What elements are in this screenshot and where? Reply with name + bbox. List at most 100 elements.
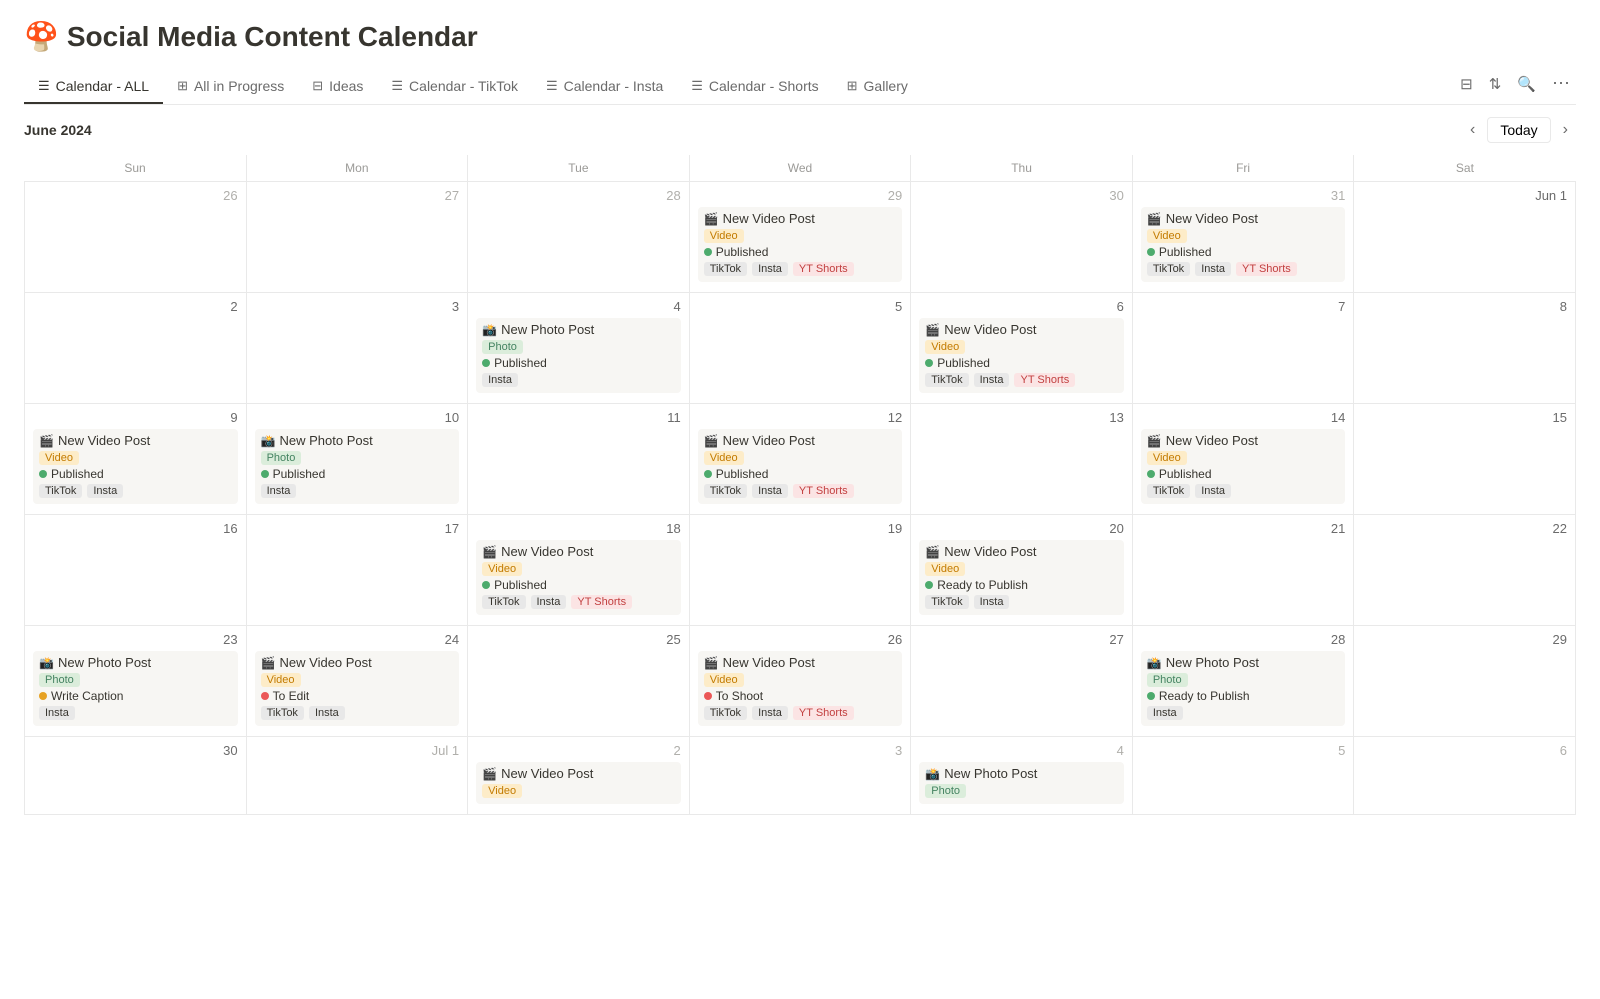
- tab-all-in-progress[interactable]: ⊞ All in Progress: [163, 69, 298, 104]
- calendar-cell[interactable]: 9 🎬 New Video Post Video Published TikTo…: [25, 404, 247, 515]
- type-tag-row: Photo: [1147, 673, 1340, 689]
- tab-icon-calendar-all: ☰: [38, 78, 50, 94]
- calendar-cell[interactable]: 27: [911, 626, 1133, 737]
- platform-tag: Insta: [482, 373, 518, 387]
- event-status: To Edit: [261, 689, 454, 703]
- calendar-cell[interactable]: 10 📸 New Photo Post Photo Published Inst…: [246, 404, 468, 515]
- status-label: Published: [716, 245, 769, 259]
- calendar-cell[interactable]: Jun 1: [1354, 182, 1576, 293]
- calendar-cell[interactable]: 2: [25, 293, 247, 404]
- calendar-event[interactable]: 🎬 New Video Post Video: [476, 762, 681, 804]
- calendar-event[interactable]: 📸 New Photo Post Photo Published Insta: [476, 318, 681, 393]
- calendar-cell[interactable]: 18 🎬 New Video Post Video Published TikT…: [468, 515, 690, 626]
- calendar-cell[interactable]: 11: [468, 404, 690, 515]
- calendar-cell[interactable]: 24 🎬 New Video Post Video To Edit TikTok…: [246, 626, 468, 737]
- calendar-event[interactable]: 🎬 New Video Post Video Published TikTokI…: [476, 540, 681, 615]
- calendar-cell[interactable]: Jul 1: [246, 737, 468, 815]
- calendar-cell[interactable]: 6 🎬 New Video Post Video Published TikTo…: [911, 293, 1133, 404]
- date-number: 18: [476, 521, 681, 536]
- day-header-sat: Sat: [1354, 155, 1576, 182]
- calendar-cell[interactable]: 28 📸 New Photo Post Photo Ready to Publi…: [1132, 626, 1354, 737]
- month-label: June 2024: [24, 122, 92, 138]
- calendar-cell[interactable]: 4 📸 New Photo Post Photo: [911, 737, 1133, 815]
- date-number: 5: [1141, 743, 1346, 758]
- calendar-event[interactable]: 🎬 New Video Post Video To Shoot TikTokIn…: [698, 651, 903, 726]
- calendar-cell[interactable]: 19: [689, 515, 911, 626]
- next-month-button[interactable]: ›: [1555, 117, 1576, 143]
- calendar-cell[interactable]: 4 📸 New Photo Post Photo Published Insta: [468, 293, 690, 404]
- event-status: Published: [925, 356, 1118, 370]
- calendar-cell[interactable]: 5: [1132, 737, 1354, 815]
- calendar-cell[interactable]: 14 🎬 New Video Post Video Published TikT…: [1132, 404, 1354, 515]
- calendar-cell[interactable]: 26 🎬 New Video Post Video To Shoot TikTo…: [689, 626, 911, 737]
- calendar-cell[interactable]: 28: [468, 182, 690, 293]
- platform-tag: TikTok: [261, 706, 304, 720]
- calendar-cell[interactable]: 30: [25, 737, 247, 815]
- status-dot: [482, 359, 490, 367]
- tab-calendar-insta[interactable]: ☰ Calendar - Insta: [532, 69, 677, 104]
- calendar-cell[interactable]: 3: [246, 293, 468, 404]
- calendar-cell[interactable]: 6: [1354, 737, 1576, 815]
- calendar-cell[interactable]: 23 📸 New Photo Post Photo Write Caption …: [25, 626, 247, 737]
- calendar-cell[interactable]: 15: [1354, 404, 1576, 515]
- calendar-event[interactable]: 🎬 New Video Post Video To Edit TikTokIns…: [255, 651, 460, 726]
- platform-tags: Insta: [39, 706, 232, 722]
- calendar-cell[interactable]: 5: [689, 293, 911, 404]
- platform-tags: Insta: [261, 484, 454, 500]
- calendar-cell[interactable]: 21: [1132, 515, 1354, 626]
- calendar-cell[interactable]: 13: [911, 404, 1133, 515]
- calendar-event[interactable]: 🎬 New Video Post Video Published TikTokI…: [33, 429, 238, 504]
- date-number: 20: [919, 521, 1124, 536]
- calendar-event[interactable]: 📸 New Photo Post Photo: [919, 762, 1124, 804]
- tab-calendar-shorts[interactable]: ☰ Calendar - Shorts: [677, 69, 832, 104]
- calendar-event[interactable]: 🎬 New Video Post Video Published TikTokI…: [698, 429, 903, 504]
- calendar-cell[interactable]: 3: [689, 737, 911, 815]
- tab-gallery[interactable]: ⊞ Gallery: [833, 69, 922, 104]
- tab-calendar-tiktok[interactable]: ☰ Calendar - TikTok: [377, 69, 532, 104]
- tab-calendar-all[interactable]: ☰ Calendar - ALL: [24, 69, 163, 104]
- calendar-cell[interactable]: 8: [1354, 293, 1576, 404]
- type-tag: Photo: [1147, 673, 1188, 687]
- calendar-cell[interactable]: 29: [1354, 626, 1576, 737]
- date-number: 27: [919, 632, 1124, 647]
- event-title: 🎬 New Video Post: [1147, 211, 1340, 226]
- calendar-cell[interactable]: 17: [246, 515, 468, 626]
- calendar-cell[interactable]: 25: [468, 626, 690, 737]
- sort-button[interactable]: ⇅: [1483, 71, 1508, 97]
- calendar-cell[interactable]: 16: [25, 515, 247, 626]
- more-button[interactable]: ⋯: [1546, 69, 1576, 98]
- calendar-cell[interactable]: 2 🎬 New Video Post Video: [468, 737, 690, 815]
- date-number: 14: [1141, 410, 1346, 425]
- calendar-event[interactable]: 🎬 New Video Post Video Published TikTokI…: [919, 318, 1124, 393]
- search-button[interactable]: 🔍: [1511, 71, 1542, 97]
- event-status: Published: [482, 578, 675, 592]
- filter-button[interactable]: ⊟: [1454, 71, 1479, 97]
- date-number: 31: [1141, 188, 1346, 203]
- calendar-nav: ‹ Today ›: [1462, 117, 1576, 143]
- calendar-cell[interactable]: 7: [1132, 293, 1354, 404]
- calendar-event[interactable]: 📸 New Photo Post Photo Ready to Publish …: [1141, 651, 1346, 726]
- calendar-cell[interactable]: 22: [1354, 515, 1576, 626]
- calendar-event[interactable]: 📸 New Photo Post Photo Published Insta: [255, 429, 460, 504]
- platform-tags: TikTokInstaYT Shorts: [1147, 262, 1340, 278]
- calendar-cell[interactable]: 26: [25, 182, 247, 293]
- calendar-cell[interactable]: 12 🎬 New Video Post Video Published TikT…: [689, 404, 911, 515]
- tab-ideas[interactable]: ⊟ Ideas: [298, 69, 377, 104]
- calendar-cell[interactable]: 20 🎬 New Video Post Video Ready to Publi…: [911, 515, 1133, 626]
- calendar-event[interactable]: 📸 New Photo Post Photo Write Caption Ins…: [33, 651, 238, 726]
- today-button[interactable]: Today: [1487, 117, 1550, 143]
- calendar-event[interactable]: 🎬 New Video Post Video Ready to Publish …: [919, 540, 1124, 615]
- calendar-event[interactable]: 🎬 New Video Post Video Published TikTokI…: [1141, 429, 1346, 504]
- calendar-cell[interactable]: 31 🎬 New Video Post Video Published TikT…: [1132, 182, 1354, 293]
- platform-tag: Insta: [752, 262, 788, 276]
- type-tag: Video: [704, 229, 744, 243]
- prev-month-button[interactable]: ‹: [1462, 117, 1483, 143]
- event-status: Published: [39, 467, 232, 481]
- calendar-cell[interactable]: 30: [911, 182, 1133, 293]
- type-tag: Photo: [482, 340, 523, 354]
- status-dot: [39, 692, 47, 700]
- calendar-event[interactable]: 🎬 New Video Post Video Published TikTokI…: [1141, 207, 1346, 282]
- calendar-cell[interactable]: 27: [246, 182, 468, 293]
- calendar-event[interactable]: 🎬 New Video Post Video Published TikTokI…: [698, 207, 903, 282]
- calendar-cell[interactable]: 29 🎬 New Video Post Video Published TikT…: [689, 182, 911, 293]
